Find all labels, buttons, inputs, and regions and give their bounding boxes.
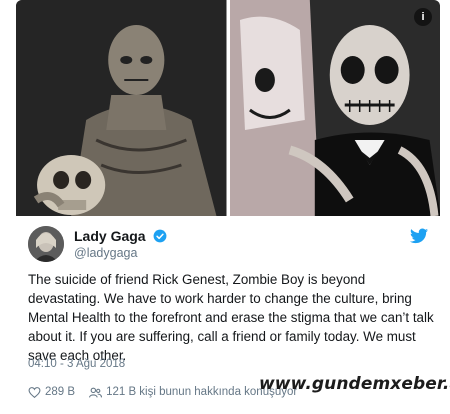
zombie-boy-skull-photo bbox=[16, 0, 227, 216]
tweet-timestamp[interactable]: 04:10 - 3 Ağu 2018 bbox=[28, 358, 125, 370]
display-name[interactable]: Lady Gaga bbox=[74, 228, 146, 244]
like-button[interactable]: 289 B bbox=[28, 386, 75, 399]
tweet-photo-left[interactable] bbox=[16, 0, 227, 216]
info-icon[interactable]: i bbox=[414, 8, 432, 26]
twitter-bird-icon[interactable] bbox=[410, 228, 428, 244]
user-handle[interactable]: @ladygaga bbox=[74, 246, 137, 260]
people-icon bbox=[89, 387, 103, 398]
tweet-card: i Lady Gaga @ladygaga The suicide of fri… bbox=[16, 0, 450, 414]
avatar[interactable] bbox=[28, 226, 64, 262]
name-row: Lady Gaga bbox=[74, 228, 167, 246]
heart-icon bbox=[28, 386, 41, 398]
site-watermark: www.gundemxeber.az bbox=[259, 374, 450, 394]
tweet-text: The suicide of friend Rick Genest, Zombi… bbox=[28, 272, 434, 363]
tweet-media[interactable]: i bbox=[16, 0, 440, 216]
like-count: 289 B bbox=[45, 386, 76, 398]
verified-badge-icon bbox=[153, 229, 167, 243]
tweet-header: Lady Gaga @ladygaga bbox=[28, 224, 428, 268]
tweet-photo-right[interactable]: i bbox=[229, 0, 440, 216]
lady-gaga-zombie-boy-photo bbox=[229, 0, 440, 216]
avatar-image bbox=[28, 226, 64, 262]
